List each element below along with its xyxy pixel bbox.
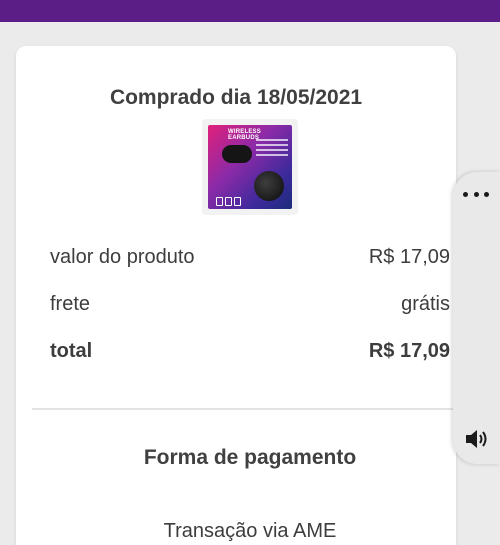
total-amount: R$ 17,09: [368, 339, 450, 362]
payment-section-title: Forma de pagamento: [143, 446, 357, 469]
order-details-card: Comprado dia 18/05/2021 WIRELESS EARBUDS…: [16, 46, 456, 545]
total-row: total R$ 17,09: [50, 338, 450, 364]
product-value-amount: R$ 17,09: [368, 245, 450, 268]
product-image: WIRELESS EARBUDS: [208, 125, 292, 209]
product-image-text-lines: [256, 139, 288, 159]
product-feature-icons: [216, 193, 243, 209]
shipping-row: frete grátis: [50, 291, 450, 317]
total-label: total: [50, 339, 93, 362]
earbuds-case-graphic: [222, 145, 252, 163]
top-app-bar: [0, 0, 500, 22]
shipping-label: frete: [50, 292, 91, 315]
earbud-graphic: [254, 171, 284, 201]
section-divider: [32, 408, 456, 410]
shipping-amount: grátis: [401, 292, 450, 315]
speaker-icon[interactable]: [461, 426, 493, 452]
floating-side-panel[interactable]: [453, 172, 500, 464]
purchase-date-heading: Comprado dia 18/05/2021: [109, 86, 363, 109]
more-dots-icon[interactable]: [463, 186, 489, 202]
product-value-label: valor do produto: [50, 245, 195, 268]
payment-method-text: Transação via AME: [163, 520, 337, 542]
product-thumbnail[interactable]: WIRELESS EARBUDS: [202, 119, 298, 215]
product-value-row: valor do produto R$ 17,09: [50, 244, 450, 270]
